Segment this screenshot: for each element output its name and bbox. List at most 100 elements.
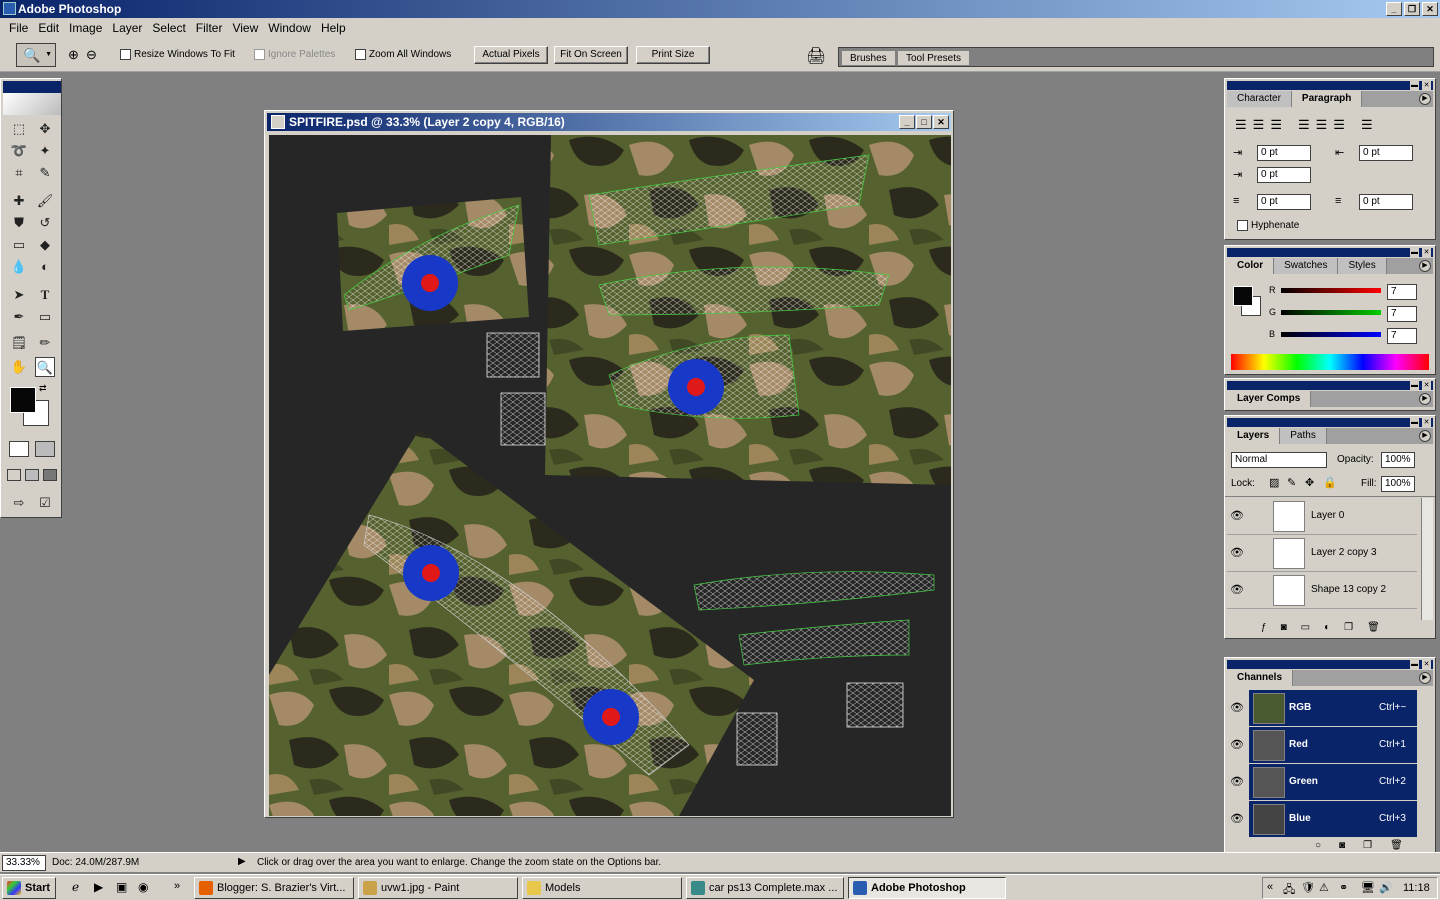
rectangle-tool-icon[interactable]: ▭ bbox=[35, 307, 55, 327]
justify-center-icon[interactable]: ☰ bbox=[1316, 117, 1328, 133]
justify-all-icon[interactable]: ☰ bbox=[1361, 117, 1373, 133]
panel-menu-icon[interactable]: ▶ bbox=[1419, 260, 1431, 272]
print-size-button[interactable]: Print Size bbox=[636, 46, 710, 64]
menu-layer[interactable]: Layer bbox=[107, 21, 147, 35]
lasso-tool-icon[interactable]: ➰ bbox=[9, 141, 29, 161]
menu-image[interactable]: Image bbox=[64, 21, 107, 35]
zoom-out-icon[interactable]: ⊖ bbox=[86, 47, 97, 63]
doc-maximize-button[interactable]: □ bbox=[916, 115, 932, 129]
close-button[interactable]: ✕ bbox=[1422, 2, 1438, 16]
notes-tool-icon[interactable]: 🗒 bbox=[9, 333, 29, 353]
zoom-in-icon[interactable]: ⊕ bbox=[68, 47, 79, 63]
align-right-icon[interactable]: ☰ bbox=[1270, 117, 1282, 133]
security-icon[interactable]: 🛡 bbox=[1301, 881, 1315, 894]
connection-icon[interactable]: ⚭ bbox=[1339, 881, 1348, 894]
layer-style-icon[interactable]: ƒ bbox=[1261, 622, 1267, 638]
hyphenate-option[interactable]: Hyphenate bbox=[1237, 220, 1299, 231]
healing-brush-icon[interactable]: ✚ bbox=[9, 191, 29, 211]
channel-row-red[interactable]: 👁 Red Ctrl+1 bbox=[1227, 727, 1417, 764]
magic-wand-icon[interactable]: ✦ bbox=[35, 141, 55, 161]
quickmask-mode-icon[interactable] bbox=[35, 441, 55, 457]
panel-minimize-icon[interactable]: ▬ bbox=[1410, 381, 1419, 390]
eye-icon[interactable]: 👁 bbox=[1229, 700, 1245, 716]
actual-pixels-button[interactable]: Actual Pixels bbox=[474, 46, 548, 64]
pen-tool-icon[interactable]: ✒ bbox=[9, 307, 29, 327]
marquee-tool-icon[interactable]: ⬚ bbox=[9, 119, 29, 139]
history-brush-icon[interactable]: ↺ bbox=[35, 213, 55, 233]
panel-menu-icon[interactable]: ▶ bbox=[1419, 672, 1431, 684]
align-left-icon[interactable]: ☰ bbox=[1235, 117, 1247, 133]
eye-icon[interactable]: 👁 bbox=[1229, 508, 1245, 524]
toolbox-header[interactable] bbox=[3, 81, 61, 93]
layer-row[interactable]: 👁 Layer 2 copy 3 bbox=[1227, 535, 1417, 572]
panel-close-icon[interactable]: ✕ bbox=[1422, 660, 1431, 669]
ie-icon[interactable]: ℯ bbox=[72, 880, 79, 894]
tab-styles[interactable]: Styles bbox=[1338, 258, 1387, 274]
menu-filter[interactable]: Filter bbox=[191, 21, 228, 35]
tab-swatches[interactable]: Swatches bbox=[1274, 258, 1339, 274]
screen-mode-full-menu-icon[interactable] bbox=[25, 469, 39, 481]
panel-menu-icon[interactable]: ▶ bbox=[1419, 393, 1431, 405]
panel-header[interactable]: ▬ ✕ bbox=[1227, 418, 1433, 427]
trash-icon[interactable]: 🗑 bbox=[1367, 622, 1380, 638]
swap-colors-icon[interactable]: ⇄ bbox=[39, 383, 47, 394]
fill-field[interactable]: 100% bbox=[1381, 476, 1415, 492]
tab-paths[interactable]: Paths bbox=[1280, 428, 1327, 444]
zoom-tool-active-icon[interactable]: 🔍 bbox=[35, 357, 55, 377]
indent-right-field[interactable]: 0 pt bbox=[1359, 145, 1413, 161]
eye-icon[interactable]: 👁 bbox=[1229, 811, 1245, 827]
desktop-icon[interactable]: ▣ bbox=[116, 880, 127, 894]
hand-tool-icon[interactable]: ✋ bbox=[9, 357, 29, 377]
blue-slider[interactable] bbox=[1281, 332, 1381, 337]
clone-stamp-icon[interactable]: ⛊ bbox=[9, 213, 29, 233]
doc-close-button[interactable]: ✕ bbox=[933, 115, 949, 129]
panel-header[interactable]: ▬ ✕ bbox=[1227, 81, 1433, 90]
restore-button[interactable]: ❐ bbox=[1404, 2, 1420, 16]
start-button[interactable]: Start bbox=[2, 877, 56, 899]
crop-tool-icon[interactable]: ⌗ bbox=[9, 163, 29, 183]
tab-color[interactable]: Color bbox=[1227, 258, 1275, 274]
panel-header[interactable]: ▬ ✕ bbox=[1227, 248, 1433, 257]
panel-close-icon[interactable]: ✕ bbox=[1422, 381, 1431, 390]
red-value[interactable]: 7 bbox=[1387, 284, 1417, 300]
new-set-icon[interactable]: ▭ bbox=[1301, 622, 1310, 638]
standard-mode-icon[interactable] bbox=[9, 441, 29, 457]
menu-window[interactable]: Window bbox=[263, 21, 316, 35]
panel-header[interactable]: ▬ ✕ bbox=[1227, 381, 1433, 390]
panel-minimize-icon[interactable]: ▬ bbox=[1410, 248, 1419, 257]
brushes-tab[interactable]: Brushes bbox=[841, 50, 896, 66]
panel-minimize-icon[interactable]: ▬ bbox=[1410, 81, 1419, 90]
dodge-tool-icon[interactable]: ◐ bbox=[35, 257, 55, 277]
adjustment-layer-icon[interactable]: ◐ bbox=[1324, 622, 1330, 638]
tab-character[interactable]: Character bbox=[1227, 91, 1292, 107]
channel-row-blue[interactable]: 👁 Blue Ctrl+3 bbox=[1227, 801, 1417, 838]
layer-row[interactable]: 👁 Shape 13 copy 2 bbox=[1227, 572, 1417, 609]
add-mask-icon[interactable]: ◙ bbox=[1281, 622, 1287, 638]
green-value[interactable]: 7 bbox=[1387, 306, 1417, 322]
green-slider[interactable] bbox=[1281, 310, 1381, 315]
image-canvas[interactable] bbox=[269, 135, 951, 816]
layers-scrollbar[interactable] bbox=[1421, 498, 1433, 620]
tab-paragraph[interactable]: Paragraph bbox=[1291, 91, 1363, 107]
eye-icon[interactable]: 👁 bbox=[1229, 774, 1245, 790]
lock-transparency-icon[interactable]: ▨ bbox=[1269, 476, 1279, 489]
eye-icon[interactable]: 👁 bbox=[1229, 545, 1245, 561]
feather-logo-icon[interactable] bbox=[3, 93, 61, 115]
eye-icon[interactable]: 👁 bbox=[1229, 737, 1245, 753]
task-photoshop[interactable]: Adobe Photoshop bbox=[848, 877, 1006, 899]
indent-left-field[interactable]: 0 pt bbox=[1257, 145, 1311, 161]
resize-windows-option[interactable]: Resize Windows To Fit bbox=[120, 49, 235, 60]
menu-help[interactable]: Help bbox=[316, 21, 351, 35]
new-layer-icon[interactable]: ❐ bbox=[1344, 622, 1353, 638]
space-before-field[interactable]: 0 pt bbox=[1257, 194, 1311, 210]
updates-icon[interactable]: ⚠ bbox=[1319, 881, 1329, 894]
slice-tool-icon[interactable]: ✎ bbox=[35, 163, 55, 183]
panel-menu-icon[interactable]: ▶ bbox=[1419, 430, 1431, 442]
panel-menu-icon[interactable]: ▶ bbox=[1419, 93, 1431, 105]
red-slider[interactable] bbox=[1281, 288, 1381, 293]
channel-row-green[interactable]: 👁 Green Ctrl+2 bbox=[1227, 764, 1417, 801]
panel-close-icon[interactable]: ✕ bbox=[1422, 248, 1431, 257]
edit-icon[interactable]: ☑ bbox=[35, 493, 55, 513]
media-player-icon[interactable]: ▶ bbox=[94, 880, 103, 894]
opacity-field[interactable]: 100% bbox=[1381, 452, 1415, 468]
